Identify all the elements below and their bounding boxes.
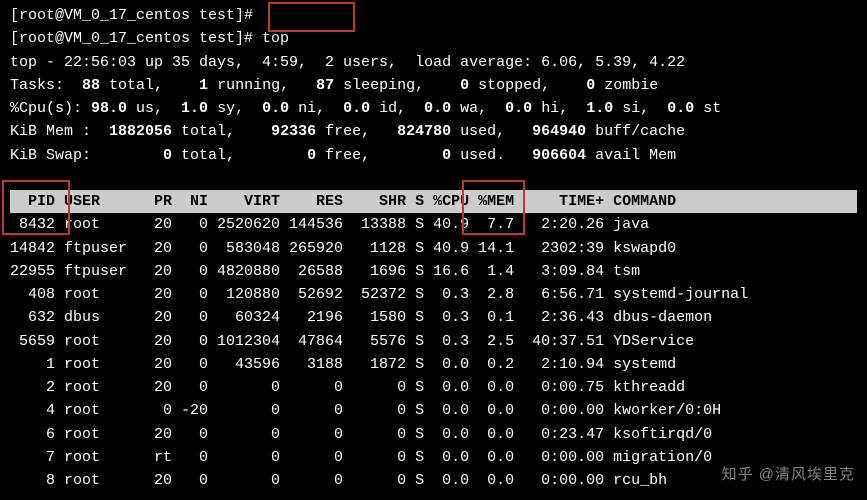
table-row[interactable]: 14842 ftpuser 20 0 583048 265920 1128 S … <box>10 237 857 260</box>
top-tasks-line: Tasks: 88 total, 1 running, 87 sleeping,… <box>10 74 857 97</box>
table-row[interactable]: 2 root 20 0 0 0 0 S 0.0 0.0 0:00.75 kthr… <box>10 376 857 399</box>
table-row[interactable]: 1 root 20 0 43596 3188 1872 S 0.0 0.2 2:… <box>10 353 857 376</box>
table-row[interactable]: 8 root 20 0 0 0 0 S 0.0 0.0 0:00.00 rcu_… <box>10 469 857 492</box>
table-row[interactable]: 6 root 20 0 0 0 0 S 0.0 0.0 0:23.47 ksof… <box>10 423 857 446</box>
process-table-header[interactable]: PID USER PR NI VIRT RES SHR S %CPU %MEM … <box>10 190 857 213</box>
table-row[interactable]: 5659 root 20 0 1012304 47864 5576 S 0.3 … <box>10 330 857 353</box>
shell-prompt-line-1: [root@VM_0_17_centos test]# <box>10 4 857 27</box>
top-mem-line: KiB Mem : 1882056 total, 92336 free, 824… <box>10 120 857 143</box>
shell-prompt-line-2: [root@VM_0_17_centos test]# top <box>10 27 857 50</box>
table-row[interactable]: 7 root rt 0 0 0 0 S 0.0 0.0 0:00.00 migr… <box>10 446 857 469</box>
top-uptime-line: top - 22:56:03 up 35 days, 4:59, 2 users… <box>10 51 857 74</box>
table-row[interactable]: 22955 ftpuser 20 0 4820880 26588 1696 S … <box>10 260 857 283</box>
blank-line <box>10 167 857 190</box>
table-row[interactable]: 8432 root 20 0 2520620 144536 13388 S 40… <box>10 213 857 236</box>
top-cpu-line: %Cpu(s): 98.0 us, 1.0 sy, 0.0 ni, 0.0 id… <box>10 97 857 120</box>
terminal-screen[interactable]: [root@VM_0_17_centos test]# [root@VM_0_1… <box>0 0 867 500</box>
table-row[interactable]: 4 root 0 -20 0 0 0 S 0.0 0.0 0:00.00 kwo… <box>10 399 857 422</box>
table-row[interactable]: 632 dbus 20 0 60324 2196 1580 S 0.3 0.1 … <box>10 306 857 329</box>
table-row[interactable]: 408 root 20 0 120880 52692 52372 S 0.3 2… <box>10 283 857 306</box>
typed-command: top <box>262 30 289 47</box>
top-swap-line: KiB Swap: 0 total, 0 free, 0 used. 90660… <box>10 144 857 167</box>
